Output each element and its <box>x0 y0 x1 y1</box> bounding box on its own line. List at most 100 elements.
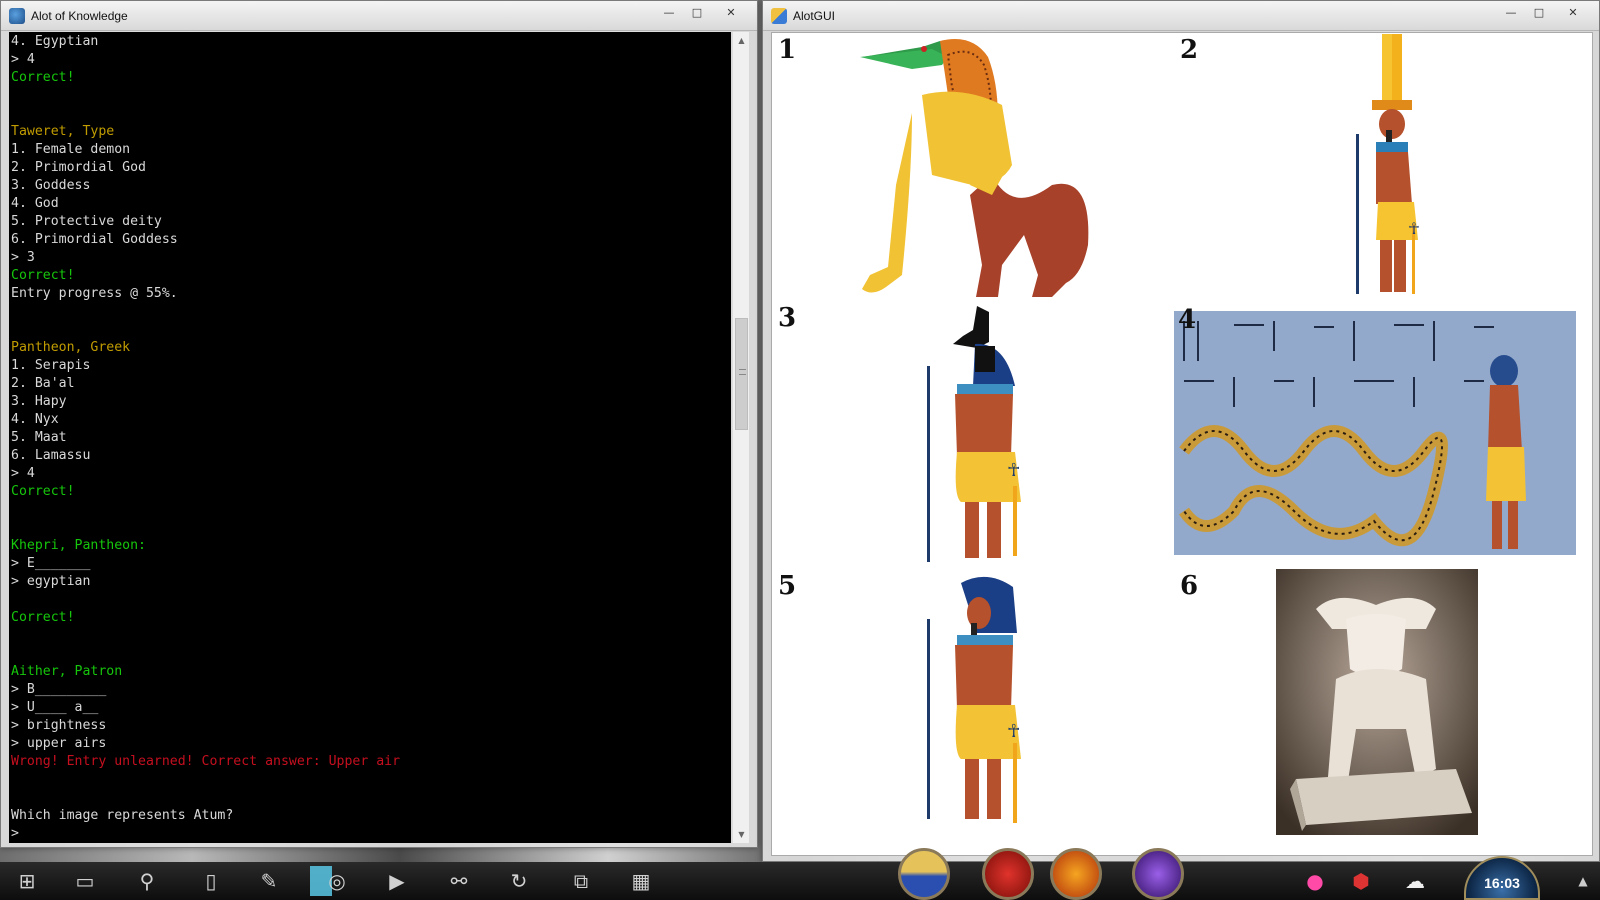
image-option-6[interactable]: 6 <box>1174 569 1592 837</box>
console-line: Correct! <box>11 610 75 625</box>
console-line: > 3 <box>11 250 35 265</box>
gui-titlebar[interactable]: AlotGUI — □ ✕ <box>763 1 1599 31</box>
svg-text:☥: ☥ <box>1007 460 1020 481</box>
console-line: 4. Egyptian <box>11 34 99 49</box>
pen-icon[interactable]: ✎ <box>254 866 284 896</box>
console-line: 2. Primordial God <box>11 160 146 175</box>
console-output[interactable]: 4. Egyptian > 4 Correct! Taweret, Type 1. Fe… <box>9 32 731 843</box>
console-line: 4. God <box>11 196 59 211</box>
console-window[interactable]: Alot of Knowledge — □ ✕ 4. Egyptian > 4 Co… <box>0 0 758 848</box>
image-option-4[interactable]: 4 <box>1174 307 1576 555</box>
image-option-5[interactable]: 5 ☥ <box>772 569 1174 837</box>
console-line: > egyptian <box>11 574 91 589</box>
console-line: 3. Goddess <box>11 178 91 193</box>
maximize-button[interactable]: □ <box>683 3 711 21</box>
maximize-button[interactable]: □ <box>1525 3 1553 21</box>
console-titlebar[interactable]: Alot of Knowledge — □ ✕ <box>1 1 757 31</box>
start-icon[interactable]: ⊞ <box>12 866 42 896</box>
console-line: > upper airs <box>11 736 107 751</box>
console-line: > <box>11 826 19 841</box>
image-number-6: 6 <box>1180 571 1199 601</box>
gui-window-title: AlotGUI <box>793 9 836 23</box>
image-number-1: 1 <box>778 35 797 65</box>
skyrim-icon[interactable]: ⬢ <box>1346 866 1376 896</box>
console-line: > B_________ <box>11 682 107 697</box>
minimize-button[interactable]: — <box>655 3 683 21</box>
play-icon[interactable]: ▶ <box>382 866 412 896</box>
search-icon[interactable]: ⚲ <box>132 866 162 896</box>
console-line: 5. Protective deity <box>11 214 162 229</box>
apis-bull-statue-image <box>1276 569 1478 835</box>
svg-text:☥: ☥ <box>1408 219 1420 238</box>
apep-serpent-relief-image <box>1174 311 1576 555</box>
steam-icon[interactable]: ⚯ <box>444 866 474 896</box>
anubis-god-image: ☥ <box>927 306 1021 562</box>
mana-orb-icon <box>1132 848 1184 900</box>
image-grid: 1 2 ☥ 3 ☥ 4 5 ☥ 6 <box>771 32 1593 856</box>
console-line: > E_______ <box>11 556 91 571</box>
image-option-1[interactable]: 1 <box>772 33 1174 301</box>
gui-window[interactable]: AlotGUI — □ ✕ 1 2 ☥ 3 ☥ 4 5 ☥ 6 <box>762 0 1600 862</box>
status-orb-icon <box>898 848 950 900</box>
console-line: Aither, Patron <box>11 664 123 679</box>
scroll-thumb[interactable] <box>735 318 748 430</box>
console-line: 1. Female demon <box>11 142 131 157</box>
console-line: 2. Ba'al <box>11 376 75 391</box>
console-line: Khepri, Pantheon: <box>11 538 146 553</box>
console-line: 3. Hapy <box>11 394 67 409</box>
image-number-3: 3 <box>778 303 797 333</box>
image-number-2: 2 <box>1180 35 1199 65</box>
console-line: 4. Nyx <box>11 412 59 427</box>
scroll-grip-icon <box>739 369 746 375</box>
console-line: 6. Primordial Goddess <box>11 232 178 247</box>
console-line: Correct! <box>11 268 75 283</box>
image-option-2[interactable]: 2 ☥ <box>1174 33 1592 301</box>
console-lines: 4. Egyptian > 4 Correct! Taweret, Type 1. Fe… <box>9 32 731 843</box>
desktop-icon[interactable]: ▭ <box>70 866 100 896</box>
windows-flag-icon[interactable]: ▦ <box>626 866 656 896</box>
minimize-button[interactable]: — <box>1497 3 1525 21</box>
scroll-down-arrow-icon[interactable]: ▼ <box>733 826 750 843</box>
console-line: 1. Serapis <box>11 358 91 373</box>
console-line: > U____ a__ <box>11 700 99 715</box>
console-line: 6. Lamassu <box>11 448 91 463</box>
fire-orb-icon <box>1050 848 1102 900</box>
console-scrollbar[interactable]: ▲ ▼ <box>732 32 749 843</box>
console-line: Correct! <box>11 484 75 499</box>
console-line: > 4 <box>11 52 35 67</box>
taskbar: ⊞ ▭ ⚲ ▯ ✎ ◎ ▶ ⚯ ↻ ⧉ ▦ ● ⬢ ☁ ▲ <box>0 848 1600 900</box>
circular-arrow-icon[interactable]: ↻ <box>504 866 534 896</box>
console-line: Taweret, Type <box>11 124 115 139</box>
console-window-title: Alot of Knowledge <box>31 9 128 23</box>
scroll-up-arrow-icon[interactable]: ▲ <box>733 32 750 49</box>
close-button[interactable]: ✕ <box>711 3 751 21</box>
python-icon[interactable]: ⧉ <box>566 866 596 896</box>
close-button[interactable]: ✕ <box>1553 3 1593 21</box>
image-option-3[interactable]: 3 ☥ <box>772 301 1174 569</box>
console-line: > 4 <box>11 466 35 481</box>
document-icon[interactable]: ▯ <box>196 866 226 896</box>
console-line: 5. Maat <box>11 430 67 445</box>
console-line: Pantheon, Greek <box>11 340 131 355</box>
image-number-4: 4 <box>1178 305 1197 335</box>
console-line: Correct! <box>11 70 75 85</box>
health-orb-icon <box>982 848 1034 900</box>
amun-god-image: ☥ <box>1356 34 1420 294</box>
cloud-icon[interactable]: ☁ <box>1400 866 1430 896</box>
console-line: Which image represents Atum? <box>11 808 234 823</box>
image-number-5: 5 <box>778 571 797 601</box>
tray-expand-icon[interactable]: ▲ <box>1568 866 1598 896</box>
gui-app-icon <box>771 8 787 24</box>
chrome-icon[interactable]: ◎ <box>322 866 352 896</box>
tray-app-icon[interactable]: ● <box>1300 866 1330 896</box>
